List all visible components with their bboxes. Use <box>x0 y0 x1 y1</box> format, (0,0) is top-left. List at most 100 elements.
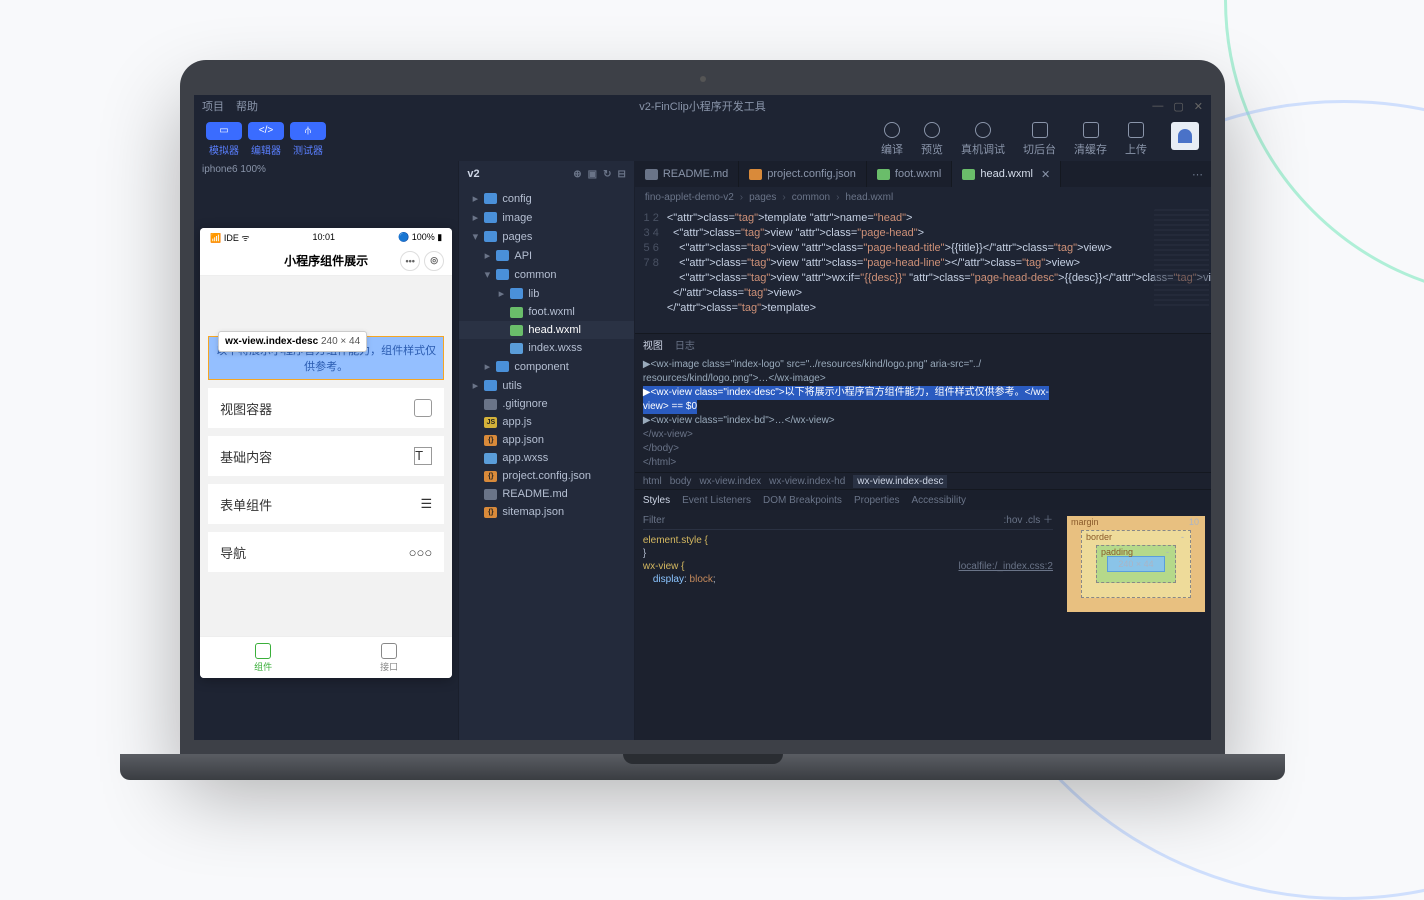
upload-button[interactable]: 上传 <box>1125 122 1147 157</box>
clear-cache-button[interactable]: 清缓存 <box>1074 122 1107 157</box>
file-item[interactable]: README.md <box>459 485 633 503</box>
file-item[interactable]: index.wxss <box>459 339 633 357</box>
bg-curve <box>1224 0 1424 300</box>
tab-api[interactable]: 接口 <box>326 637 452 678</box>
breadcrumb-item[interactable]: fino-applet-demo-v2 <box>645 192 734 203</box>
file-item[interactable]: foot.wxml <box>459 303 633 321</box>
new-file-icon[interactable]: ⊕ <box>573 169 581 180</box>
dom-crumb[interactable]: wx-view.index-hd <box>769 476 845 487</box>
breadcrumb-item[interactable]: common <box>792 192 830 203</box>
minimize-icon[interactable]: — <box>1152 100 1163 113</box>
dom-crumb[interactable]: html <box>643 476 662 487</box>
folder-item[interactable]: ▾common <box>459 265 633 284</box>
devtools-tab-elements[interactable]: 视图 <box>643 337 663 352</box>
phone-header: 小程序组件展示 •••◎ <box>200 246 452 276</box>
debugger-button[interactable]: ⫛测试器 <box>290 122 326 157</box>
menu-icon: ☰ <box>421 496 433 512</box>
simulator-button[interactable]: ▭模拟器 <box>206 122 242 157</box>
console-button[interactable]: 切后台 <box>1023 122 1056 157</box>
filter-input[interactable]: Filter <box>643 514 665 527</box>
dom-tree[interactable]: ▶<wx-image class="index-logo" src="../re… <box>635 354 1211 472</box>
phone-preview: 📶 IDE ᯤ 10:01 🔵 100% ▮ 小程序组件展示 •••◎ wx-v… <box>200 228 452 678</box>
editor-tab[interactable]: foot.wxml <box>867 161 952 187</box>
list-item[interactable]: 基础内容T <box>208 436 444 476</box>
dom-crumb[interactable]: wx-view.index <box>699 476 761 487</box>
window-title: v2-FinClip小程序开发工具 <box>639 98 766 114</box>
breadcrumbs: fino-applet-demo-v2›pages›common›head.wx… <box>635 187 1211 207</box>
styles-tab[interactable]: DOM Breakpoints <box>763 495 842 506</box>
simulator-panel: iphone6 100% 📶 IDE ᯤ 10:01 🔵 100% ▮ 小程序组… <box>194 161 458 740</box>
code-editor[interactable]: 1 2 3 4 5 6 7 8 <"attr">class="tag">temp… <box>635 207 1211 333</box>
target-icon[interactable]: ◎ <box>424 251 444 271</box>
folder-item[interactable]: ▸API <box>459 246 633 265</box>
more-tabs-icon[interactable]: ⋯ <box>1184 161 1211 187</box>
editor-tab[interactable]: README.md <box>635 161 739 187</box>
folder-item[interactable]: ▸lib <box>459 284 633 303</box>
file-item[interactable]: {}project.config.json <box>459 467 633 485</box>
styles-tab[interactable]: Properties <box>854 495 900 506</box>
phone-statusbar: 📶 IDE ᯤ 10:01 🔵 100% ▮ <box>200 228 452 246</box>
close-tab-icon[interactable]: ✕ <box>1041 168 1050 181</box>
devtools-tab-console[interactable]: 日志 <box>675 337 695 352</box>
styles-tab[interactable]: Event Listeners <box>682 495 751 506</box>
list-item[interactable]: 表单组件☰ <box>208 484 444 524</box>
device-status: iphone6 100% <box>194 161 458 178</box>
close-icon[interactable]: ✕ <box>1194 100 1203 113</box>
editor-panel: README.mdproject.config.jsonfoot.wxmlhea… <box>635 161 1211 740</box>
folder-item[interactable]: ▸component <box>459 357 633 376</box>
hov-toggle[interactable]: :hov .cls ＋ <box>1004 514 1053 527</box>
editor-button[interactable]: </>编辑器 <box>248 122 284 157</box>
styles-tab[interactable]: Accessibility <box>912 495 966 506</box>
inspect-tooltip: wx-view.index-desc 240 × 44 <box>218 331 367 352</box>
file-explorer: v2 ⊕ ▣ ↻ ⊟ ▸config▸image▾pages▸API▾commo… <box>458 161 634 740</box>
editor-tab[interactable]: head.wxml✕ <box>952 161 1061 187</box>
tab-components[interactable]: 组件 <box>200 637 326 678</box>
dom-crumb[interactable]: body <box>670 476 692 487</box>
editor-tabs: README.mdproject.config.jsonfoot.wxmlhea… <box>635 161 1211 187</box>
camera-dot <box>700 76 706 82</box>
refresh-icon[interactable]: ↻ <box>603 169 611 180</box>
preview-button[interactable]: 预览 <box>921 122 943 157</box>
compile-button[interactable]: 编译 <box>881 122 903 157</box>
list-item[interactable]: 视图容器 <box>208 388 444 428</box>
file-item[interactable]: {}sitemap.json <box>459 503 633 521</box>
folder-item[interactable]: ▸image <box>459 208 633 227</box>
folder-item[interactable]: ▸config <box>459 189 633 208</box>
file-item[interactable]: app.wxss <box>459 449 633 467</box>
container-icon <box>414 399 432 417</box>
file-item[interactable]: {}app.json <box>459 431 633 449</box>
menu-help[interactable]: 帮助 <box>236 98 258 114</box>
collapse-icon[interactable]: ⊟ <box>617 169 625 180</box>
folder-item[interactable]: ▸utils <box>459 376 633 395</box>
minimap[interactable] <box>1154 209 1209 309</box>
styles-tab[interactable]: Styles <box>643 495 670 506</box>
devtools: 视图 日志 ▶<wx-image class="index-logo" src=… <box>635 333 1211 740</box>
remote-debug-button[interactable]: 真机调试 <box>961 122 1005 157</box>
toolbar: ▭模拟器 </>编辑器 ⫛测试器 编译 预览 真机调试 切后台 清缓存 上传 <box>194 117 1211 161</box>
breadcrumb-item[interactable]: head.wxml <box>845 192 893 203</box>
avatar[interactable] <box>1171 122 1199 150</box>
folder-item[interactable]: ▾pages <box>459 227 633 246</box>
new-folder-icon[interactable]: ▣ <box>588 169 597 180</box>
maximize-icon[interactable]: ▢ <box>1173 100 1183 113</box>
laptop-base <box>120 754 1285 780</box>
box-model: margin10 border- padding- 240 × 44 <box>1061 510 1211 740</box>
css-rules[interactable]: Filter :hov .cls ＋ element.style {}</spa… <box>635 510 1061 740</box>
ide-window: 项目 帮助 v2-FinClip小程序开发工具 — ▢ ✕ ▭模拟器 </>编辑… <box>194 95 1211 740</box>
text-icon: T <box>414 447 432 465</box>
menu-project[interactable]: 项目 <box>202 98 224 114</box>
menubar: 项目 帮助 v2-FinClip小程序开发工具 — ▢ ✕ <box>194 95 1211 117</box>
breadcrumb-item[interactable]: pages <box>749 192 776 203</box>
project-name: v2 <box>467 168 479 180</box>
more-icon[interactable]: ••• <box>400 251 420 271</box>
file-item[interactable]: head.wxml <box>459 321 633 339</box>
dom-breadcrumb[interactable]: html body wx-view.index wx-view.index-hd wx-… <box>635 472 1211 490</box>
file-item[interactable]: .gitignore <box>459 395 633 413</box>
styles-tabs: Styles Event Listeners DOM Breakpoints Prop… <box>635 490 1211 510</box>
dom-crumb[interactable]: wx-view.index-desc <box>853 475 947 488</box>
list-item[interactable]: 导航○○○ <box>208 532 444 572</box>
laptop-frame: 项目 帮助 v2-FinClip小程序开发工具 — ▢ ✕ ▭模拟器 </>编辑… <box>180 60 1225 780</box>
file-item[interactable]: JSapp.js <box>459 413 633 431</box>
dots-icon: ○○○ <box>409 545 433 560</box>
editor-tab[interactable]: project.config.json <box>739 161 867 187</box>
